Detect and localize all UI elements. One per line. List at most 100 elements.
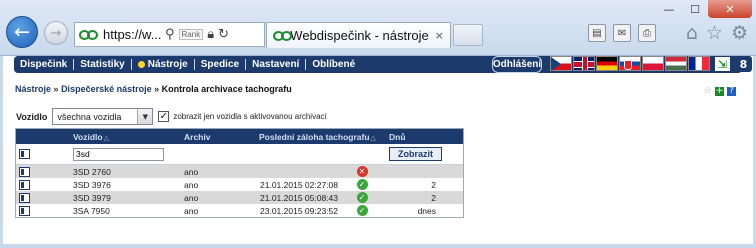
sort-icon[interactable]: △ [371, 134, 376, 142]
search-icon[interactable]: ⚲ [165, 27, 175, 42]
back-arrow-icon: ← [14, 21, 30, 43]
tachograph-icon[interactable] [19, 179, 30, 190]
cell-status: ✓ [340, 205, 384, 216]
page-action-icons: ☆ + ? [703, 87, 736, 96]
column-header-vehicle-label: Vozidlo [73, 131, 103, 142]
minimize-button[interactable]: — [656, 0, 682, 18]
menu-item-dispecink[interactable]: Dispečink [14, 59, 75, 70]
cell-vehicle: 3SD 3976 [73, 179, 111, 190]
maximize-button[interactable]: ☐ [682, 0, 708, 18]
table-body: 3SD 2760 ano ✕ 3SD 3976 ano 21.01.2015 02:27:… [16, 165, 463, 217]
window-controls: — ☐ ✕ [656, 0, 752, 18]
flag-sk-icon[interactable] [619, 56, 641, 71]
cell-days: dnes [417, 205, 436, 216]
cell-last-backup: 21.01.2015 05:08:43 [260, 192, 338, 203]
vehicle-label: Vozidlo [16, 111, 48, 122]
add-icon[interactable]: + [715, 87, 724, 96]
vehicle-select[interactable]: všechna vozidla ▼ [52, 108, 154, 125]
ok-check-icon: ✓ [356, 205, 368, 216]
flag-pl-icon[interactable] [642, 56, 664, 71]
new-tab-button[interactable] [453, 24, 483, 46]
table-header: Vozidlo△ Archiv Poslední záloha tachogra… [16, 129, 463, 144]
rank-badge[interactable]: Rank [178, 29, 204, 40]
cell-archive: ano [184, 179, 199, 190]
print-icon[interactable]: ⎙ [638, 24, 656, 42]
row-icon-cell [16, 166, 33, 177]
user-help-icon[interactable]: 8 [735, 56, 752, 72]
cell-archive: ano [184, 192, 199, 203]
error-icon: ✕ [356, 166, 368, 177]
column-header-archive[interactable]: Archiv [125, 132, 210, 142]
checkmark-icon: ✓ [159, 110, 169, 122]
menu-item-statistiky[interactable]: Statistiky [74, 59, 132, 70]
close-window-button[interactable]: ✕ [708, 0, 752, 18]
table-row[interactable]: 3SD 3976 ano 21.01.2015 02:27:08 ✓ 2 [16, 178, 463, 191]
table-row[interactable]: 3SD 2760 ano ✕ [16, 165, 463, 178]
ok-check-icon: ✓ [356, 192, 368, 203]
url-text[interactable]: https://w... [103, 27, 161, 42]
tachograph-icon[interactable] [19, 166, 30, 177]
address-bar[interactable]: https://w... ⚲ Rank 🔒︎ ↻ [74, 22, 265, 47]
page-icon[interactable]: ▤ [588, 24, 606, 42]
forward-button[interactable]: → [44, 21, 68, 45]
menu-item-oblibene[interactable]: Oblíbené [306, 59, 361, 70]
flag-fr-icon[interactable] [688, 56, 710, 71]
gear-icon[interactable]: ⚙ [731, 22, 748, 44]
favorite-star-icon[interactable]: ☆ [703, 87, 712, 96]
flag-gb-icon[interactable] [573, 56, 595, 71]
row-icon-cell [16, 192, 33, 203]
chevron-down-icon[interactable]: ▼ [137, 109, 153, 124]
flag-hu-icon[interactable] [665, 56, 687, 71]
table-row[interactable]: 3SD 3979 ano 21.01.2015 05:08:43 ✓ 2 [16, 191, 463, 204]
logout-button[interactable]: Odhlášení [492, 56, 542, 73]
menu-item-nastaveni[interactable]: Nastavení [246, 59, 307, 70]
cell-archive: ano [184, 205, 199, 216]
export-icon[interactable]: ⇲ [714, 56, 731, 72]
menu-item-nastroje[interactable]: Nástroje [132, 59, 195, 70]
breadcrumb-current: Kontrola archivace tachografu [161, 84, 292, 94]
active-dot-icon [137, 61, 145, 68]
breadcrumb: Nástroje » Dispečerské nástroje » Kontro… [15, 84, 292, 94]
column-header-vehicle[interactable]: Vozidlo△ [33, 132, 125, 142]
vehicle-select-value: všechna vozidla [57, 111, 122, 122]
archive-only-checkbox[interactable]: ✓ [158, 110, 170, 122]
home-icon[interactable]: ⌂ [686, 22, 698, 44]
tab-webdispecink[interactable]: Webdispečink - nástroje × [266, 22, 451, 48]
breadcrumb-link-dispecerske-nastroje[interactable]: Dispečerské nástroje [61, 84, 152, 94]
toolbar-icons: ▤ ✉ ⎙ [588, 24, 656, 42]
ok-check-icon: ✓ [356, 179, 368, 190]
site-logo-icon [79, 29, 99, 41]
column-header-last-backup[interactable]: Poslední záloha tachografu△ [203, 132, 384, 142]
cell-days: 2 [431, 179, 436, 190]
back-button[interactable]: ← [6, 16, 38, 48]
tachograph-icon[interactable] [19, 205, 30, 216]
vehicle-filter-input[interactable] [73, 147, 164, 161]
refresh-icon[interactable]: ↻ [218, 27, 229, 42]
tachograph-table: Vozidlo△ Archiv Poslední záloha tachogra… [15, 128, 464, 218]
show-button[interactable]: Zobrazit [389, 147, 442, 161]
tachograph-icon[interactable] [19, 192, 30, 203]
table-row[interactable]: 3SA 7950 ano 23.01.2015 09:23:52 ✓ dnes [16, 204, 463, 217]
flag-cz-icon[interactable] [550, 56, 572, 71]
row-icon-cell [16, 179, 33, 190]
cell-status: ✓ [340, 179, 384, 190]
cell-archive: ano [184, 166, 199, 177]
sort-icon[interactable]: △ [104, 134, 109, 142]
help-icon[interactable]: ? [727, 87, 736, 96]
language-flags: ⇲ 8 [550, 56, 752, 72]
filter-bar: Vozidlo všechna vozidla ▼ ✓ zobrazit jen… [16, 108, 327, 125]
column-header-days[interactable]: Dnů [384, 132, 444, 142]
menu-item-spedice[interactable]: Spedice [195, 59, 247, 70]
lock-icon[interactable]: 🔒︎ [207, 27, 214, 42]
tab-close-icon[interactable]: × [435, 29, 450, 42]
flag-de-icon[interactable] [596, 56, 618, 71]
archive-only-label: zobrazit jen vozidla s aktivovanou archi… [173, 112, 327, 121]
breadcrumb-link-nastroje[interactable]: Nástroje [15, 84, 51, 94]
cell-last-backup: 23.01.2015 09:23:52 [260, 205, 338, 216]
cell-last-backup: 21.01.2015 02:27:08 [260, 179, 338, 190]
cell-vehicle: 3SD 2760 [73, 166, 111, 177]
tab-title: Webdispečink - nástroje [290, 28, 429, 43]
mail-icon[interactable]: ✉ [613, 24, 631, 42]
star-icon[interactable]: ☆ [706, 22, 723, 44]
filter-row: Zobrazit [16, 144, 463, 165]
